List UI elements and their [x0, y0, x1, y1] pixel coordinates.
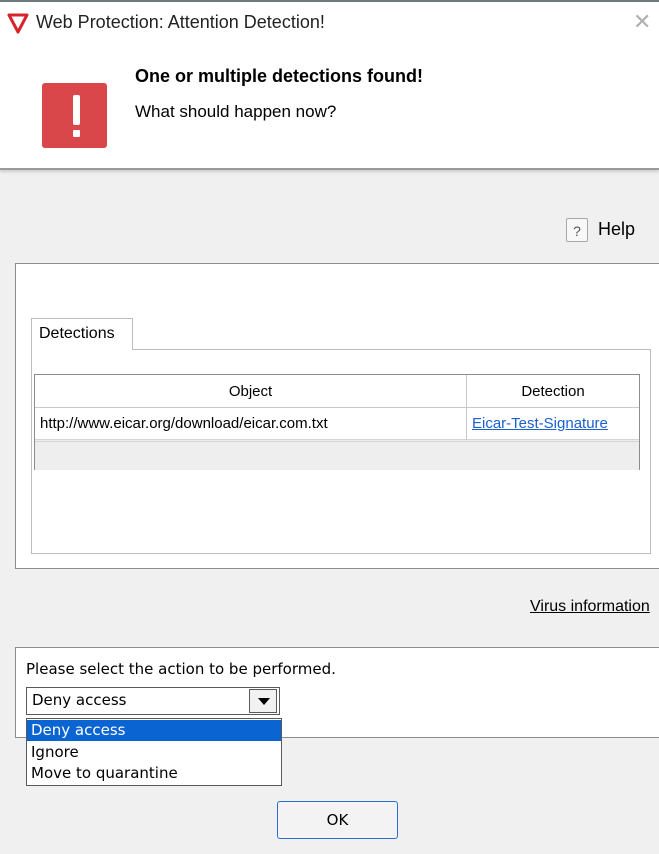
dialog-heading: One or multiple detections found! [135, 66, 423, 86]
alert-icon [42, 83, 107, 148]
help-link[interactable]: Help [598, 219, 635, 240]
help-icon[interactable]: ? [566, 218, 588, 242]
tab-detections-label: Detections [39, 325, 115, 342]
action-select-value: Deny access [32, 691, 127, 709]
dropdown-option-ignore[interactable]: Ignore [27, 742, 281, 763]
alert-icon-dot [73, 130, 80, 137]
dialog-subheading: What should happen now? [135, 102, 337, 121]
alert-icon-bar [73, 95, 80, 125]
tab-detections[interactable]: Detections [31, 318, 133, 350]
detections-table: Object Detection http://www.eicar.org/do… [34, 374, 640, 470]
dropdown-button[interactable] [249, 689, 277, 713]
dropdown-option-move-to-quarantine[interactable]: Move to quarantine [27, 763, 281, 784]
shield-icon [7, 13, 29, 34]
virus-information-link[interactable]: Virus information [530, 598, 650, 616]
window-title: Web Protection: Attention Detection! [36, 12, 325, 32]
column-header-object[interactable]: Object [35, 375, 467, 408]
close-icon[interactable]: ✕ [633, 10, 651, 35]
table-cell-object[interactable]: http://www.eicar.org/download/eicar.com.… [35, 408, 467, 440]
table-row-empty [35, 441, 639, 470]
action-prompt: Please select the action to be performed… [26, 660, 336, 678]
dropdown-option-deny-access[interactable]: Deny access [27, 720, 281, 741]
detection-link[interactable]: Eicar-Test-Signature [467, 408, 639, 440]
action-dropdown-list: Deny access Ignore Move to quarantine [26, 718, 282, 786]
action-select[interactable]: Deny access [26, 687, 280, 715]
column-header-detection[interactable]: Detection [467, 375, 639, 408]
chevron-down-icon [258, 698, 270, 705]
ok-button[interactable]: OK [277, 801, 398, 839]
